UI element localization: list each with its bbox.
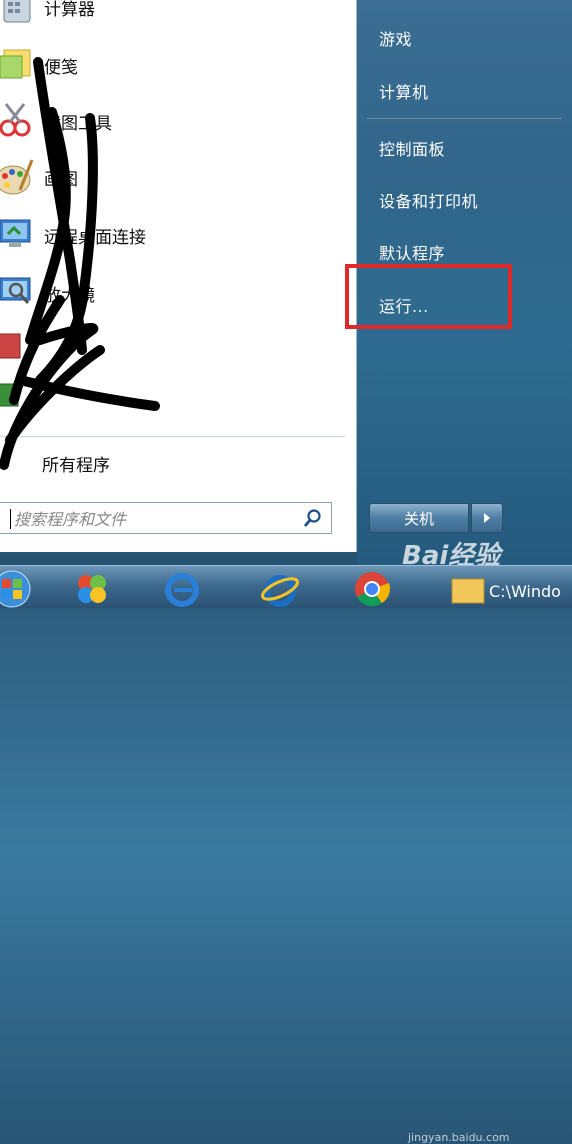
shutdown-group: 关机 [369,503,503,533]
program-paint[interactable]: 画图 [0,150,357,204]
menu-item-control-panel[interactable]: 控制面板 [379,136,445,160]
folder-icon[interactable] [448,569,488,609]
separator [0,436,345,437]
program-label: 远程桌面连接 [44,227,146,248]
program-label: 放大镜 [44,285,95,306]
programs-pane: 计算器 便笺 截图工具 画图 远程桌面连接 放大镜 所有程序 搜索程序和文件 [0,0,357,552]
paint-icon [0,159,34,195]
menu-item-default-programs[interactable]: 默认程序 [379,240,445,264]
calculator-icon [3,0,31,23]
sticky-notes-icon [0,49,31,79]
program-label: 画图 [44,169,78,190]
program-snipping-tool[interactable]: 截图工具 [0,94,357,148]
menu-item-computer[interactable]: 计算机 [379,79,429,103]
shutdown-button[interactable]: 关机 [369,503,469,533]
search-input[interactable] [12,506,296,532]
separator [367,118,562,119]
taskbar-window-title[interactable]: C:\Windo [489,582,561,601]
search-box[interactable] [0,502,332,534]
all-programs-button[interactable]: 所有程序 [42,451,110,476]
photo-gallery-icon[interactable] [72,569,112,609]
start-orb-icon[interactable] [0,569,32,609]
chrome-icon[interactable] [352,569,392,609]
program-label: 截图工具 [44,113,112,134]
start-menu: 计算器 便笺 截图工具 画图 远程桌面连接 放大镜 所有程序 搜索程序和文件 游… [0,0,572,571]
program-remote-desktop[interactable]: 远程桌面连接 [0,208,357,262]
program-magnifier[interactable]: 放大镜 [0,266,357,320]
menu-item-games[interactable]: 游戏 [379,26,412,50]
magnifier-icon [0,277,31,304]
program-icon [0,333,21,359]
remote-desktop-icon [0,219,31,247]
program-calculator[interactable]: 计算器 [0,0,357,34]
shutdown-options-button[interactable] [471,503,503,533]
program-sticky-notes[interactable]: 便笺 [0,38,357,92]
search-icon[interactable] [303,508,323,528]
text-caret [10,509,11,529]
program-label: 计算器 [44,0,95,20]
menu-item-devices-printers[interactable]: 设备和打印机 [379,188,478,212]
ie-icon[interactable] [162,569,202,609]
chevron-right-icon [484,513,490,523]
watermark-url: jingyan.baidu.com [408,1131,510,1144]
snipping-tool-icon [0,103,31,137]
internet-explorer-icon[interactable] [260,569,300,609]
taskbar: C:\Windo jingyan.baidu.com [0,565,572,1144]
program-icon [0,383,19,407]
program-label: 便笺 [44,57,78,78]
highlight-box [345,264,512,329]
